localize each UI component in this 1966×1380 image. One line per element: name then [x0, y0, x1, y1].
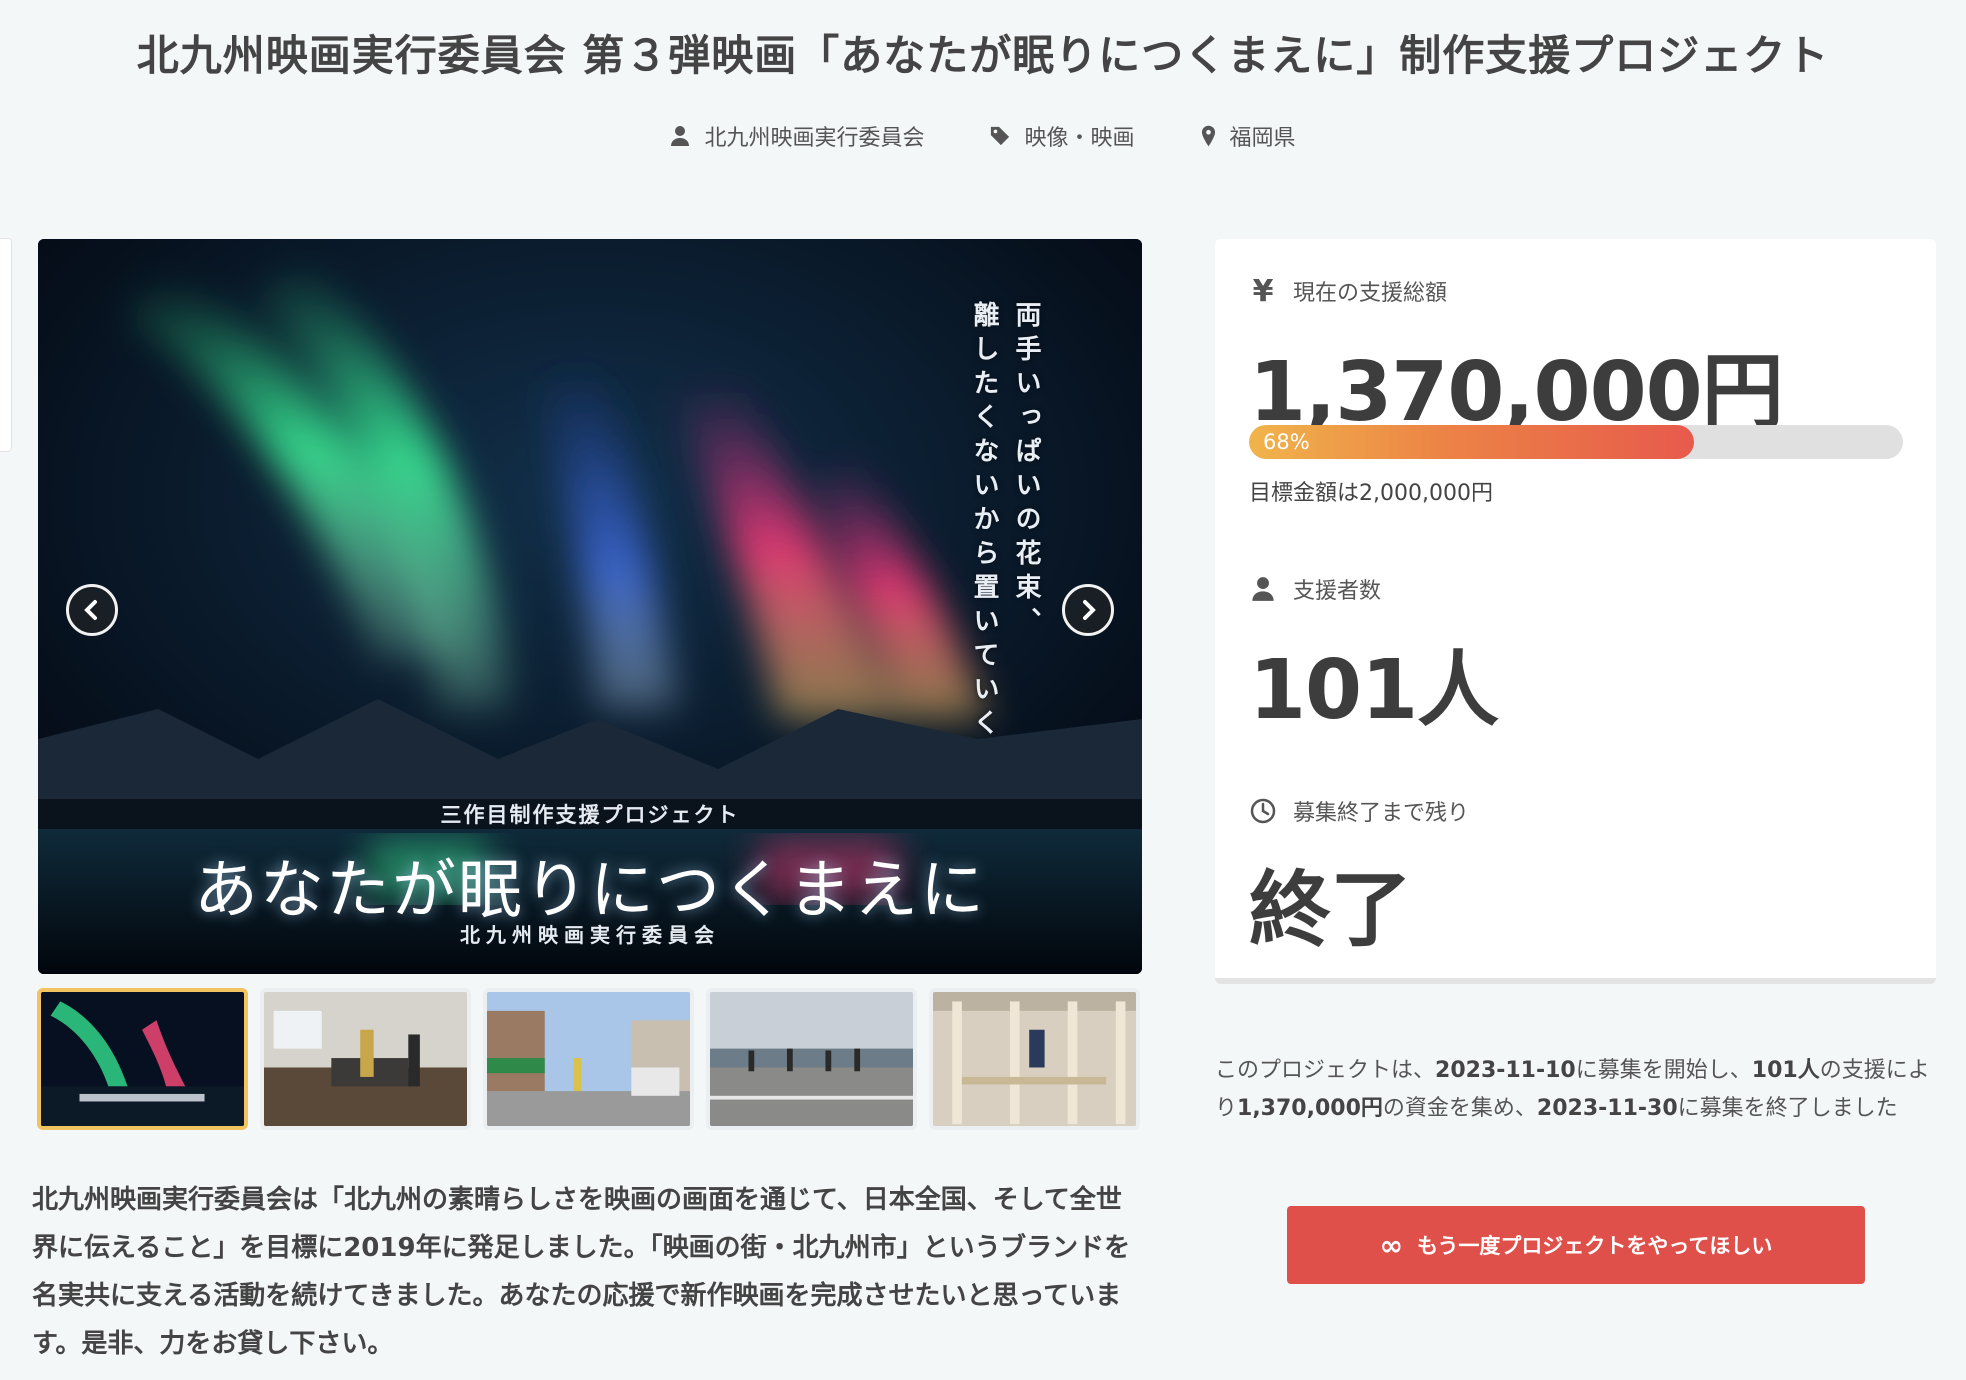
funding-progress-bar: 68%: [1249, 425, 1903, 459]
thumbnail-room-image: [264, 992, 467, 1126]
map-pin-icon: [1201, 125, 1215, 147]
poster-subtitle: 三作目制作支援プロジェクト: [440, 802, 740, 827]
progress-percent: 68%: [1263, 430, 1310, 454]
project-summary: このプロジェクトは、2023-11-10に募集を開始し、101人の支援により1,…: [1215, 1052, 1935, 1128]
infinity-icon: ∞: [1379, 1228, 1403, 1262]
summary-end-date: 2023-11-30: [1536, 1096, 1678, 1121]
thumbnail-aurora-image: [41, 992, 244, 1126]
thumbnail-street-image: [487, 992, 690, 1126]
thumbnail-strip: [37, 988, 1140, 1130]
funding-stats-card: ¥ 現在の支援総額 1,370,000円 68% 目標金額は2,000,000円…: [1215, 239, 1936, 984]
backers-label-text: 支援者数: [1293, 579, 1382, 604]
summary-text: このプロジェクトは、: [1215, 1058, 1436, 1083]
summary-text: の資金を集め、: [1382, 1096, 1537, 1121]
category-link[interactable]: 映像・映画: [990, 120, 1135, 152]
project-description: 北九州映画実行委員会は「北九州の素晴らしさを映画の画面を通じて、日本全国、そして…: [32, 1185, 1131, 1359]
tag-icon: [991, 126, 1010, 146]
thumbnail-harbor-image: [710, 992, 913, 1126]
clock-icon: [1250, 798, 1276, 824]
backers-value: 101人: [1249, 643, 1499, 738]
thumbnail-set-image: [933, 992, 1136, 1126]
owner-link[interactable]: 北九州映画実行委員会: [670, 120, 924, 152]
category-name: 映像・映画: [1024, 126, 1135, 151]
thumbnail-3[interactable]: [483, 988, 694, 1130]
request-again-button[interactable]: ∞ もう一度プロジェクトをやってほしい: [1287, 1206, 1865, 1284]
summary-start-date: 2023-11-10: [1435, 1058, 1576, 1083]
location-link[interactable]: 福岡県: [1201, 120, 1296, 152]
summary-text: に募集を開始し、: [1575, 1058, 1752, 1083]
request-again-label: もう一度プロジェクトをやってほしい: [1417, 1234, 1773, 1258]
carousel-prev-button[interactable]: [66, 584, 118, 636]
thumbnail-1[interactable]: [37, 988, 248, 1130]
progress-fill: 68%: [1249, 425, 1694, 459]
goal-amount: 目標金額は2,000,000円: [1249, 481, 1493, 506]
main-image-carousel[interactable]: 両手いっぱいの花束、 離したくないから置いていく 三作目制作支援プロジェクト あ…: [38, 239, 1142, 974]
page-title: 北九州映画実行委員会 第３弾映画「あなたが眠りにつくまえに」制作支援プロジェクト: [136, 31, 1830, 80]
project-meta: 北九州映画実行委員会 映像・映画 福岡県: [0, 120, 1966, 152]
poster-org: 北九州映画実行委員会: [460, 923, 720, 947]
remaining-label-text: 募集終了まで残り: [1293, 801, 1470, 826]
summary-backers: 101人: [1751, 1058, 1820, 1083]
total-amount-label-text: 現在の支援総額: [1293, 281, 1448, 306]
total-amount-label: ¥ 現在の支援総額: [1249, 273, 1448, 309]
backers-label: 支援者数: [1249, 573, 1381, 605]
user-icon: [671, 126, 690, 146]
chevron-right-icon: [1083, 600, 1096, 620]
location-name: 福岡県: [1229, 126, 1296, 151]
thumbnail-4[interactable]: [706, 988, 917, 1130]
poster-tagline-2: 離したくないから置いていく: [969, 301, 999, 743]
carousel-next-button[interactable]: [1062, 584, 1114, 636]
summary-amount: 1,370,000円: [1237, 1096, 1383, 1121]
yen-icon: ¥: [1252, 273, 1274, 309]
side-panel-edge: [0, 238, 12, 452]
owner-name: 北九州映画実行委員会: [704, 126, 925, 151]
poster-tagline-1: 両手いっぱいの花束、: [1011, 301, 1041, 641]
poster-title: あなたが眠りにつくまえに: [194, 854, 986, 928]
remaining-label: 募集終了まで残り: [1249, 795, 1469, 827]
thumbnail-2[interactable]: [260, 988, 471, 1130]
summary-text: に募集を終了しました: [1677, 1096, 1898, 1121]
user-icon: [1252, 577, 1274, 601]
thumbnail-5[interactable]: [929, 988, 1140, 1130]
remaining-value: 終了: [1249, 863, 1412, 958]
chevron-left-icon: [84, 600, 97, 620]
